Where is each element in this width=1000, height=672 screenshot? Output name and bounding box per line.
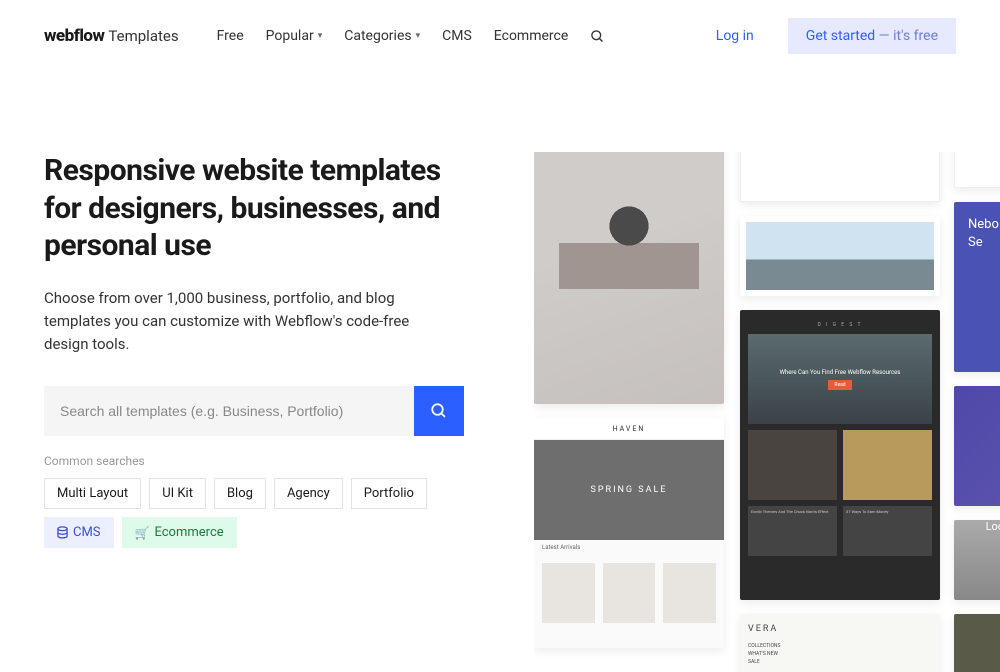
thumb-nav: HAVEN <box>534 418 724 440</box>
template-card[interactable]: klær <box>534 152 724 404</box>
template-card[interactable]: Nebo is Se <box>954 202 1000 372</box>
common-searches-chips: Multi Layout UI Kit Blog Agency Portfoli… <box>44 478 474 548</box>
nav-search-icon[interactable] <box>590 29 605 44</box>
nav-cms[interactable]: CMS <box>442 28 472 44</box>
nav-ecommerce[interactable]: Ecommerce <box>494 28 568 44</box>
search-icon <box>430 402 448 420</box>
nav-free[interactable]: Free <box>217 28 244 44</box>
chip-portfolio[interactable]: Portfolio <box>351 478 427 509</box>
chevron-down-icon: ▾ <box>416 31 421 41</box>
template-card[interactable] <box>954 152 1000 188</box>
logo-link[interactable]: webflow Templates <box>44 26 179 46</box>
chip-multi-layout[interactable]: Multi Layout <box>44 478 141 509</box>
hero-title: Responsive website templates for designe… <box>44 152 474 265</box>
template-card[interactable] <box>954 614 1000 672</box>
main-content: Responsive website templates for designe… <box>0 72 1000 672</box>
chip-ecommerce[interactable]: 🛒 Ecommerce <box>122 517 237 548</box>
search-box <box>44 386 464 436</box>
search-input[interactable] <box>44 386 414 436</box>
chip-blog[interactable]: Blog <box>214 478 266 509</box>
database-icon <box>57 526 68 539</box>
login-link[interactable]: Log in <box>716 28 754 44</box>
hero-subtitle: Choose from over 1,000 business, portfol… <box>44 287 454 357</box>
template-gallery: klær HAVEN SPRING SALE Latest Arrivals D… <box>534 152 1000 672</box>
template-card[interactable]: Look great with our dr <box>954 520 1000 600</box>
thumb-title: Where Can You Find Free Webflow Resource… <box>780 369 901 376</box>
thumb-label: Latest Arrivals <box>534 540 724 555</box>
search-icon <box>590 29 605 44</box>
chip-ui-kit[interactable]: UI Kit <box>149 478 206 509</box>
cta-secondary-text: — it's free <box>875 28 938 44</box>
logo-subtext: Templates <box>108 27 178 45</box>
thumb-logo: klær <box>544 152 714 155</box>
template-card[interactable]: D I G E S T Where Can You Find Free Webf… <box>740 310 940 600</box>
template-card[interactable] <box>954 386 1000 506</box>
chip-cms[interactable]: CMS <box>44 517 114 548</box>
chip-agency[interactable]: Agency <box>274 478 343 509</box>
template-card[interactable]: HAVEN SPRING SALE Latest Arrivals <box>534 418 724 648</box>
get-started-button[interactable]: Get started — it's free <box>788 18 956 54</box>
nav-popular[interactable]: Popular▾ <box>266 28 323 44</box>
search-button[interactable] <box>414 386 464 436</box>
template-card[interactable]: VERACOLLECTIONS WHAT'S NEW SALE SUMMER 2… <box>740 614 940 672</box>
nav-categories[interactable]: Categories▾ <box>344 28 420 44</box>
thumb-banner: SPRING SALE <box>534 440 724 540</box>
logo-text: webflow <box>44 26 104 46</box>
cta-primary-text: Get started <box>806 28 875 44</box>
cart-icon: 🛒 <box>135 526 150 540</box>
header: webflow Templates Free Popular▾ Categori… <box>0 0 1000 72</box>
thumb-logo: VERA <box>748 622 788 636</box>
chevron-down-icon: ▾ <box>318 31 323 41</box>
template-card[interactable] <box>740 216 940 296</box>
template-card[interactable] <box>740 152 940 202</box>
main-nav: Free Popular▾ Categories▾ CMS Ecommerce <box>217 28 606 44</box>
hero-section: Responsive website templates for designe… <box>44 152 474 672</box>
common-searches-label: Common searches <box>44 454 474 468</box>
